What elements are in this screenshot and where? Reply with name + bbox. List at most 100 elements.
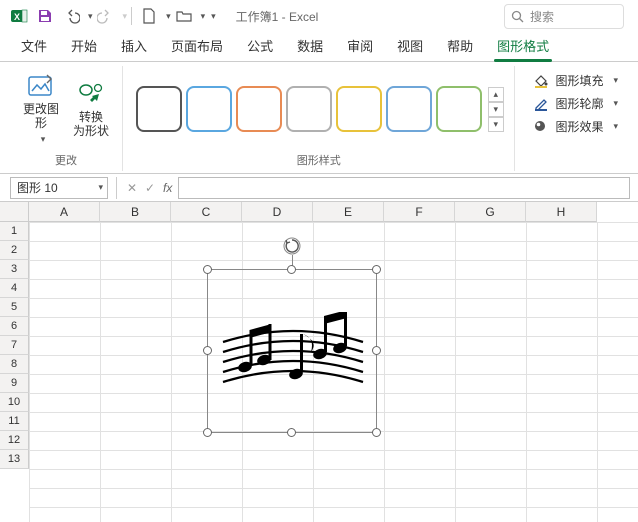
resize-handle-ne[interactable] [372, 265, 381, 274]
col-header-B[interactable]: B [100, 202, 171, 222]
row-header-2[interactable]: 2 [0, 241, 29, 260]
row-header-9[interactable]: 9 [0, 374, 29, 393]
tab-view[interactable]: 视图 [388, 30, 432, 61]
search-placeholder: 搜索 [530, 8, 554, 25]
col-header-F[interactable]: F [384, 202, 455, 222]
chevron-down-icon: ▾ [613, 121, 618, 132]
shape-fill-button[interactable]: 图形填充 ▾ [533, 72, 618, 89]
music-notes-icon[interactable] [218, 312, 368, 402]
resize-handle-sw[interactable] [203, 428, 212, 437]
col-header-E[interactable]: E [313, 202, 384, 222]
change-graphic-button[interactable]: 更改图 形 ▾ [18, 72, 64, 146]
ribbon: 更改图 形 ▾ 转换 为形状 更改 ▴ ▾ ▾ [0, 62, 638, 174]
style-preset-3[interactable] [236, 86, 282, 132]
formula-input[interactable] [178, 177, 630, 199]
row-header-6[interactable]: 6 [0, 317, 29, 336]
style-preset-1[interactable] [136, 86, 182, 132]
resize-handle-s[interactable] [287, 428, 296, 437]
convert-to-shape-button[interactable]: 转换 为形状 [68, 72, 114, 146]
effects-icon [533, 119, 549, 134]
chevron-down-icon: ▾ [613, 75, 618, 86]
shape-style-gallery[interactable]: ▴ ▾ ▾ [134, 86, 504, 132]
resize-handle-nw[interactable] [203, 265, 212, 274]
resize-handle-se[interactable] [372, 428, 381, 437]
row-header-7[interactable]: 7 [0, 336, 29, 355]
tab-layout[interactable]: 页面布局 [162, 30, 232, 61]
resize-handle-n[interactable] [287, 265, 296, 274]
row-header-1[interactable]: 1 [0, 222, 29, 241]
style-preset-4[interactable] [286, 86, 332, 132]
open-dropdown-icon[interactable]: ▾ [201, 11, 206, 22]
shape-outline-label: 图形轮廓 [555, 95, 603, 112]
resize-handle-w[interactable] [203, 346, 212, 355]
col-header-A[interactable]: A [29, 202, 100, 222]
chevron-down-icon: ▾ [41, 132, 46, 146]
col-header-H[interactable]: H [526, 202, 597, 222]
change-graphic-label: 更改图 形 [23, 102, 59, 130]
formula-bar: 图形 10 ▾ ✕ ✓ fx [0, 174, 638, 202]
new-file-icon[interactable] [136, 3, 162, 29]
tab-shape-format[interactable]: 图形格式 [488, 30, 558, 61]
row-header-8[interactable]: 8 [0, 355, 29, 374]
name-box-value: 图形 10 [17, 179, 58, 196]
col-header-G[interactable]: G [455, 202, 526, 222]
select-all-corner[interactable] [0, 202, 29, 222]
style-preset-2[interactable] [186, 86, 232, 132]
col-header-D[interactable]: D [242, 202, 313, 222]
redo-icon[interactable] [93, 3, 119, 29]
chevron-down-icon: ▾ [613, 98, 618, 109]
fill-bucket-icon [533, 73, 549, 88]
row-header-12[interactable]: 12 [0, 431, 29, 450]
undo-icon[interactable] [58, 3, 84, 29]
gallery-up-icon[interactable]: ▴ [488, 87, 504, 102]
row-header-4[interactable]: 4 [0, 279, 29, 298]
window-title: 工作簿1 - Excel [236, 8, 319, 25]
row-header-3[interactable]: 3 [0, 260, 29, 279]
shape-effects-label: 图形效果 [555, 118, 603, 135]
name-box[interactable]: 图形 10 ▾ [10, 177, 108, 199]
column-headers: ABCDEFGH [29, 202, 597, 222]
style-preset-7[interactable] [436, 86, 482, 132]
save-icon[interactable] [32, 3, 58, 29]
namebox-dropdown-icon[interactable]: ▾ [98, 182, 103, 193]
col-header-C[interactable]: C [171, 202, 242, 222]
row-header-5[interactable]: 5 [0, 298, 29, 317]
gallery-down-icon[interactable]: ▾ [488, 102, 504, 117]
row-header-13[interactable]: 13 [0, 450, 29, 469]
tab-file[interactable]: 文件 [12, 30, 56, 61]
enter-formula-icon[interactable]: ✓ [141, 181, 159, 195]
tab-review[interactable]: 审阅 [338, 30, 382, 61]
rotate-handle-icon[interactable] [282, 236, 302, 256]
worksheet-grid: ABCDEFGH 12345678910111213 [0, 202, 638, 519]
tab-help[interactable]: 帮助 [438, 30, 482, 61]
row-header-11[interactable]: 11 [0, 412, 29, 431]
shape-fill-label: 图形填充 [555, 72, 603, 89]
fx-icon[interactable]: fx [163, 181, 172, 195]
gallery-more-icon[interactable]: ▾ [488, 117, 504, 132]
style-preset-6[interactable] [386, 86, 432, 132]
group-label-change: 更改 [55, 150, 77, 171]
title-bar: X ▾ ▾ ▾ ▾ ▾ 工作簿1 - Excel 搜索 [0, 0, 638, 32]
gallery-scroll: ▴ ▾ ▾ [488, 87, 504, 132]
tab-formula[interactable]: 公式 [238, 30, 282, 61]
quick-access-toolbar: X ▾ ▾ ▾ ▾ ▾ [6, 3, 216, 29]
row-header-10[interactable]: 10 [0, 393, 29, 412]
ribbon-group-styles: ▴ ▾ ▾ 图形样式 [123, 66, 515, 171]
convert-shape-icon [76, 80, 106, 108]
tab-home[interactable]: 开始 [62, 30, 106, 61]
cancel-formula-icon[interactable]: ✕ [123, 181, 141, 195]
resize-handle-e[interactable] [372, 346, 381, 355]
search-box[interactable]: 搜索 [504, 4, 624, 29]
open-file-icon[interactable] [171, 3, 197, 29]
qat-customize-icon[interactable]: ▾ [211, 11, 216, 22]
excel-app-icon[interactable]: X [6, 3, 32, 29]
qat-separator [131, 7, 132, 25]
tab-data[interactable]: 数据 [288, 30, 332, 61]
selected-shape-frame[interactable] [207, 269, 377, 433]
shape-effects-button[interactable]: 图形效果 ▾ [533, 118, 618, 135]
shape-outline-button[interactable]: 图形轮廓 ▾ [533, 95, 618, 112]
redo-dropdown-icon: ▾ [123, 11, 128, 22]
ribbon-group-change: 更改图 形 ▾ 转换 为形状 更改 [10, 66, 123, 171]
style-preset-5[interactable] [336, 86, 382, 132]
tab-insert[interactable]: 插入 [112, 30, 156, 61]
